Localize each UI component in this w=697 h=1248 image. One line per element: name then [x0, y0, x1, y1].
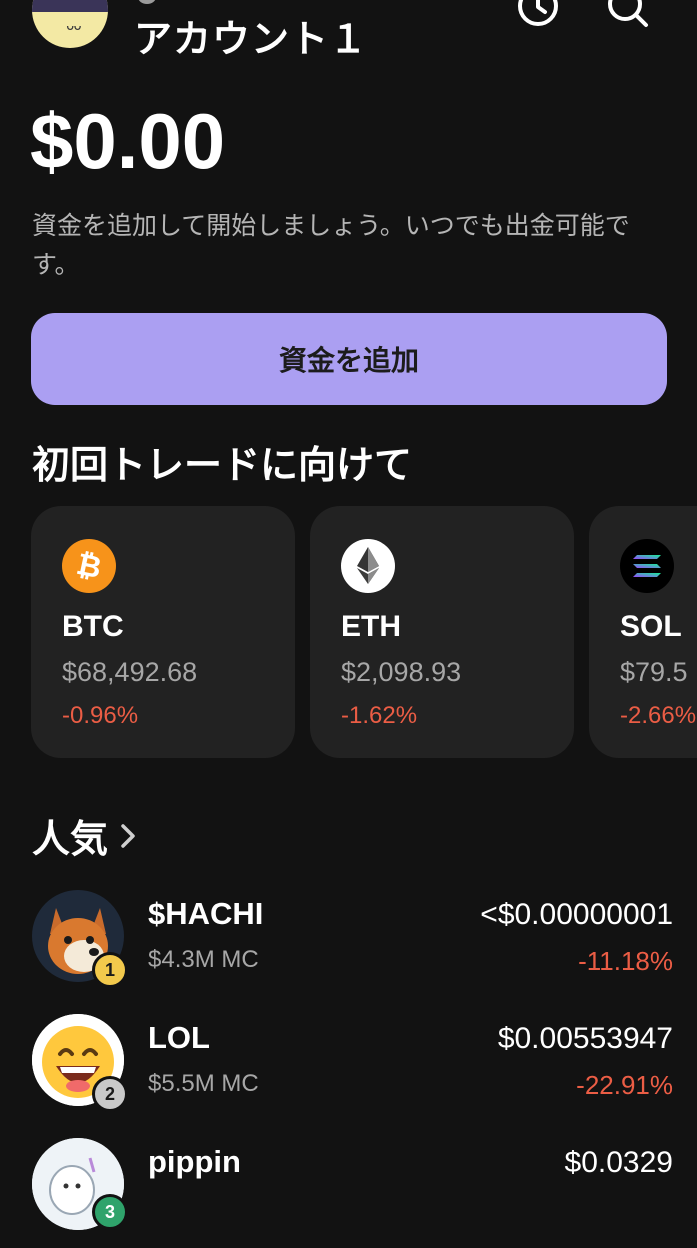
- token-card-eth[interactable]: ETH $2,098.93 -1.62%: [310, 506, 574, 758]
- token-price: $79.5: [620, 657, 688, 687]
- avatar-icon[interactable]: ᴗᴗ: [32, 0, 108, 48]
- balance-amount: $0.00: [30, 97, 226, 185]
- list-item[interactable]: 3 pippin $0.0329: [0, 1138, 697, 1248]
- rank-badge: 3: [92, 1194, 128, 1230]
- token-price: <$0.00000001: [480, 898, 673, 931]
- section-title-first-trade: 初回トレードに向けて: [32, 443, 413, 487]
- token-change: -2.66%: [620, 702, 697, 729]
- token-card-btc[interactable]: ₿ BTC $68,492.68 -0.96%: [31, 506, 295, 758]
- add-funds-button[interactable]: 資金を追加: [31, 313, 667, 405]
- token-price: $0.0329: [564, 1146, 673, 1179]
- avatar-eyes: ᴗᴗ: [66, 18, 82, 34]
- market-cap: $5.5M MC: [148, 1070, 259, 1097]
- list-item[interactable]: 1 $HACHI $4.3M MC <$0.00000001 -11.18%: [0, 890, 697, 1000]
- token-symbol: BTC: [62, 610, 124, 643]
- account-indicator: [138, 0, 156, 4]
- popular-title: 人気: [32, 817, 109, 861]
- token-change: -1.62%: [341, 702, 418, 729]
- market-cap: $4.3M MC: [148, 946, 259, 973]
- search-icon[interactable]: [604, 0, 652, 34]
- token-symbol: ETH: [341, 610, 401, 643]
- token-price: $0.00553947: [497, 1022, 673, 1055]
- svg-text:₿: ₿: [73, 547, 104, 586]
- ethereum-icon: [341, 539, 395, 593]
- token-change: -22.91%: [576, 1070, 673, 1100]
- token-card-sol[interactable]: SOL $79.5 -2.66%: [589, 506, 697, 758]
- rank-badge: 1: [92, 952, 128, 988]
- token-price: $68,492.68: [62, 657, 198, 687]
- token-name: $HACHI: [148, 896, 264, 931]
- token-change: -11.18%: [578, 946, 673, 976]
- section-title-popular[interactable]: 人気: [32, 808, 138, 863]
- chevron-right-icon: [121, 823, 135, 848]
- balance-subtitle: 資金を追加して開始しましょう。いつでも出金可能です。: [32, 211, 630, 279]
- token-cards-carousel[interactable]: ₿ BTC $68,492.68 -0.96% ETH $2,098.93 -1…: [0, 506, 697, 758]
- bitcoin-icon: ₿: [62, 539, 116, 593]
- clock-icon[interactable]: [514, 0, 562, 34]
- hat-shape: [32, 0, 108, 12]
- token-symbol: SOL: [620, 610, 682, 643]
- account-name[interactable]: アカウント１: [134, 8, 368, 63]
- token-name: pippin: [148, 1144, 241, 1179]
- token-price: $2,098.93: [341, 657, 462, 687]
- token-change: -0.96%: [62, 702, 139, 729]
- token-name: LOL: [148, 1020, 210, 1055]
- rank-badge: 2: [92, 1076, 128, 1112]
- list-item[interactable]: 2 LOL $5.5M MC $0.00553947 -22.91%: [0, 1014, 697, 1124]
- solana-icon: [620, 539, 674, 593]
- header: ᴗᴗ アカウント１: [0, 0, 697, 70]
